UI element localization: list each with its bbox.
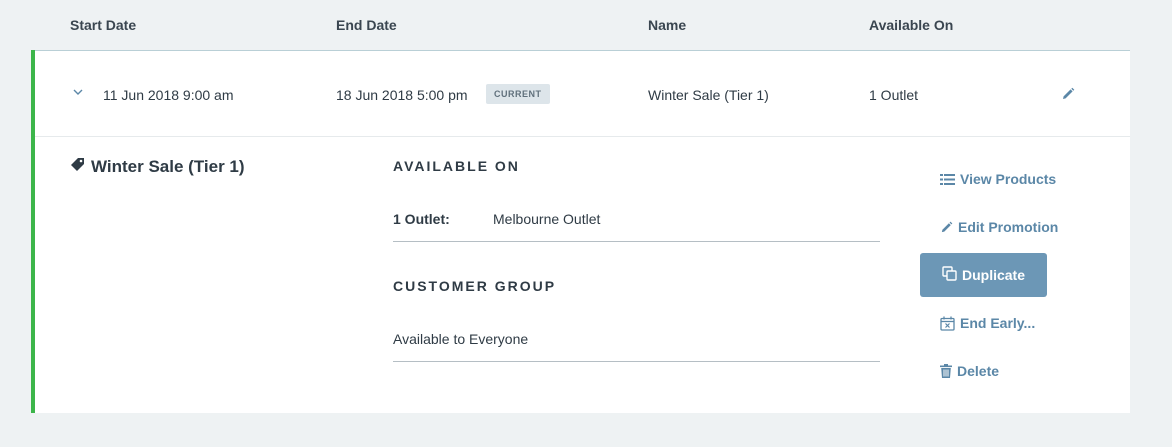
end-date-cell: 18 Jun 2018 5:00 pm: [336, 87, 468, 103]
end-early-label: End Early...: [960, 315, 1036, 331]
divider: [393, 241, 880, 242]
pencil-icon[interactable]: [1061, 87, 1075, 101]
promotion-detail: Winter Sale (Tier 1) AVAILABLE ON 1 Outl…: [35, 137, 1130, 413]
table-header: Start Date End Date Name Available On: [0, 0, 1172, 50]
column-header-start-date[interactable]: Start Date: [70, 17, 136, 33]
calendar-x-icon: [940, 316, 955, 331]
promotion-title: Winter Sale (Tier 1): [70, 157, 245, 177]
status-badge: CURRENT: [486, 84, 550, 104]
pencil-icon: [940, 221, 953, 234]
edit-promotion-button[interactable]: Edit Promotion: [940, 219, 1058, 235]
duplicate-label: Duplicate: [961, 267, 1025, 283]
column-header-end-date[interactable]: End Date: [336, 17, 397, 33]
table-row[interactable]: 11 Jun 2018 9:00 am 18 Jun 2018 5:00 pm …: [35, 51, 1130, 137]
customer-group-value: Available to Everyone: [393, 331, 529, 347]
column-header-available-on[interactable]: Available On: [869, 17, 953, 33]
outlet-value: Melbourne Outlet: [493, 211, 601, 227]
delete-label: Delete: [957, 363, 1000, 379]
copy-icon: [942, 266, 957, 284]
chevron-down-icon[interactable]: [70, 84, 86, 100]
name-cell: Winter Sale (Tier 1): [648, 87, 769, 103]
promotion-panel: 11 Jun 2018 9:00 am 18 Jun 2018 5:00 pm …: [31, 50, 1130, 413]
outlet-label: 1 Outlet:: [393, 211, 450, 227]
list-icon: [940, 173, 955, 186]
view-products-button[interactable]: View Products: [940, 171, 1056, 187]
start-date-cell: 11 Jun 2018 9:00 am: [103, 87, 234, 103]
column-header-name[interactable]: Name: [648, 17, 686, 33]
trash-icon: [940, 364, 952, 378]
edit-promotion-label: Edit Promotion: [958, 219, 1059, 235]
promotion-title-text: Winter Sale (Tier 1): [91, 157, 245, 176]
available-on-cell: 1 Outlet: [869, 87, 919, 103]
end-early-button[interactable]: End Early...: [940, 315, 1035, 331]
customer-group-heading: CUSTOMER GROUP: [393, 278, 557, 294]
view-products-label: View Products: [960, 171, 1057, 187]
delete-button[interactable]: Delete: [940, 363, 999, 379]
tag-icon: [70, 157, 85, 177]
divider: [393, 361, 880, 362]
available-on-heading: AVAILABLE ON: [393, 158, 520, 174]
duplicate-button[interactable]: Duplicate: [920, 253, 1047, 297]
